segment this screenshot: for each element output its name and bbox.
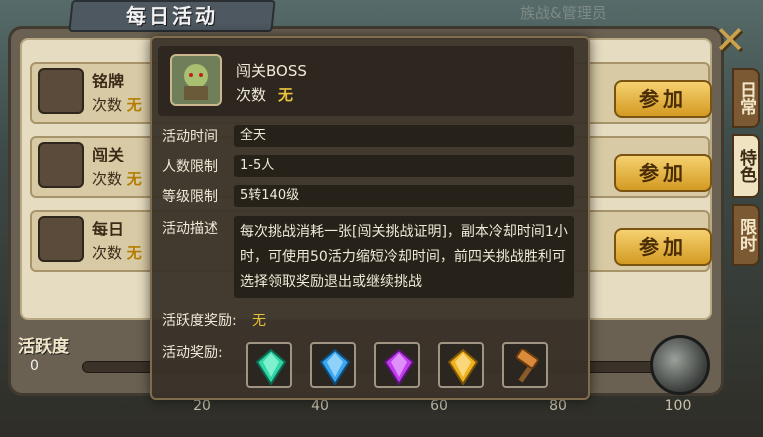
green-gem-icon xyxy=(255,349,287,385)
popup-title: 闯关BOSS xyxy=(236,62,307,80)
boss-portrait-icon xyxy=(38,142,84,188)
treasure-chest-icon xyxy=(38,216,84,262)
activity-chest-icon[interactable] xyxy=(650,335,710,395)
popup-count-value: 无 xyxy=(278,86,294,104)
tab-daily-label: 日常 xyxy=(736,81,756,115)
hammer-icon xyxy=(515,349,539,383)
join-button[interactable]: 参加 xyxy=(614,228,712,266)
tab-daily[interactable]: 日常 xyxy=(732,68,760,128)
tick-label: 60 xyxy=(430,398,448,414)
activity-description: 每次挑战消耗一张[闯关挑战证明]，副本冷却时间1小时，可使用50活力缩短冷却时间… xyxy=(234,216,574,298)
gold-gem-icon xyxy=(447,349,479,385)
row-name: 每日BOSS xyxy=(92,220,125,236)
tab-limited[interactable]: 限时 xyxy=(732,204,760,266)
faded-top-text: 族战&管理员 xyxy=(520,4,607,22)
tick-label: 100 xyxy=(664,398,692,414)
rewards-label: 活动奖励: xyxy=(162,345,223,361)
tick-label: 20 xyxy=(193,398,211,414)
window-title: 每日活动 xyxy=(126,4,218,28)
boss-portrait-icon xyxy=(38,68,84,114)
purple-gem-icon xyxy=(383,349,415,385)
field-value: 全天 xyxy=(234,125,574,147)
popup-count-label: 次数 xyxy=(236,86,267,104)
activity-value: 0 xyxy=(30,358,39,374)
field-label: 等级限制 xyxy=(162,189,218,205)
row-name: 闯关BOSS xyxy=(92,146,125,162)
tab-limited-label: 限时 xyxy=(736,218,756,252)
tab-special[interactable]: 特色 xyxy=(732,134,760,198)
row-name: 铭牌BOSS xyxy=(92,72,125,88)
reward-slot[interactable] xyxy=(438,342,484,388)
activity-label: 活跃度 xyxy=(18,337,69,357)
activity-reward-value: 无 xyxy=(252,313,266,329)
reward-slot[interactable] xyxy=(502,342,548,388)
field-label: 活动时间 xyxy=(162,129,218,145)
field-value: 1-5人 xyxy=(234,155,574,177)
tick-label: 80 xyxy=(549,398,567,414)
reward-slot[interactable] xyxy=(374,342,420,388)
reward-slot[interactable] xyxy=(310,342,356,388)
tick-label: 40 xyxy=(311,398,329,414)
row-count: 次数 无 xyxy=(92,170,142,188)
reward-slot[interactable] xyxy=(246,342,292,388)
desc-label: 活动描述 xyxy=(162,221,218,237)
field-value: 5转140级 xyxy=(234,185,574,207)
join-button[interactable]: 参加 xyxy=(614,154,712,192)
activity-reward-label: 活跃度奖励: xyxy=(162,313,237,329)
row-count: 次数 无 xyxy=(92,244,142,262)
blue-gem-icon xyxy=(319,349,351,385)
boss-portrait-icon xyxy=(170,54,222,106)
row-count: 次数 无 xyxy=(92,96,142,114)
join-button[interactable]: 参加 xyxy=(614,80,712,118)
close-icon[interactable]: ✕ xyxy=(710,20,750,60)
tab-special-label: 特色 xyxy=(736,149,756,183)
field-label: 人数限制 xyxy=(162,159,218,175)
